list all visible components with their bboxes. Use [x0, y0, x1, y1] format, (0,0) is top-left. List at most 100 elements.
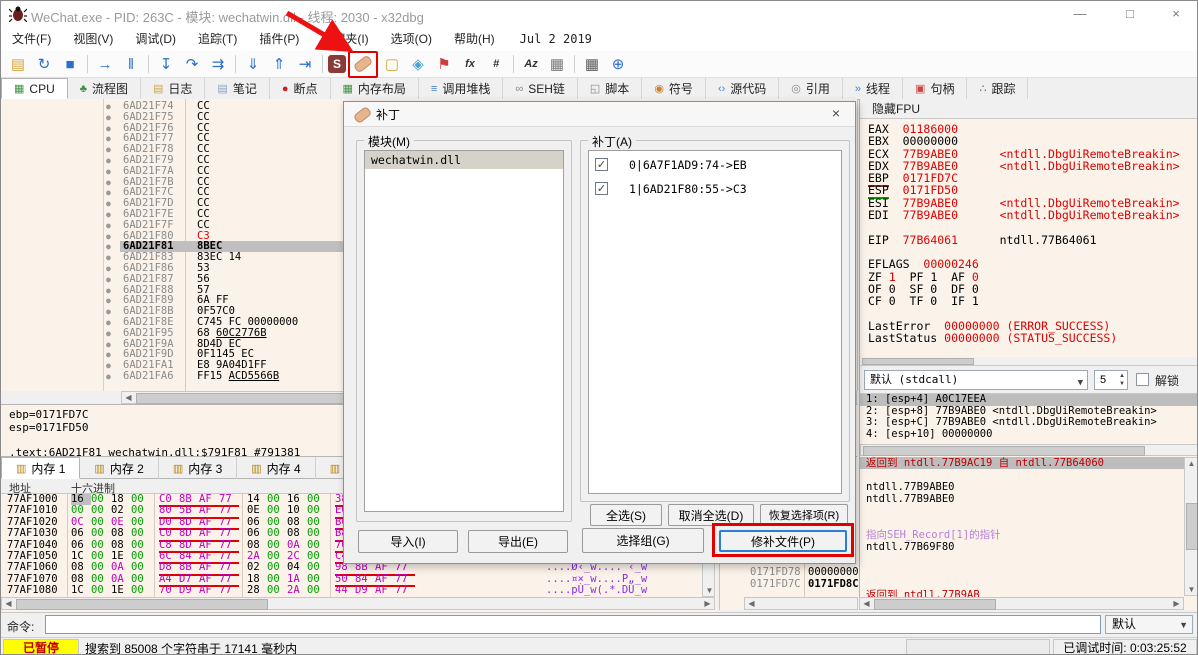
stack-info-row[interactable]	[860, 505, 1197, 517]
tab-引用[interactable]: ◎ 引用	[779, 78, 843, 99]
menu-item[interactable]: 追踪(T)	[187, 27, 248, 51]
phone-icon[interactable]: ▦	[545, 52, 569, 76]
stack-info-row[interactable]: ntdll.77B9ABE0	[860, 481, 1197, 493]
step-out-icon[interactable]: ⇑	[267, 52, 291, 76]
stack-info-row[interactable]: 指向SEH_Record[1]的指针	[860, 529, 1197, 541]
run-icon[interactable]: →	[93, 52, 117, 76]
dump-tab-1[interactable]: ▥ 内存 1	[1, 457, 81, 479]
select-all-button[interactable]: 全选(S)	[590, 504, 662, 526]
case-icon[interactable]: Az	[519, 52, 543, 76]
patch-icon[interactable]	[348, 50, 378, 78]
hash-icon[interactable]: #	[484, 52, 508, 76]
tab-脚本[interactable]: ◱ 脚本	[578, 78, 643, 99]
stack-info-row[interactable]	[860, 565, 1197, 577]
menu-item[interactable]: 调试(D)	[124, 27, 187, 51]
stop-icon[interactable]: ■	[58, 52, 82, 76]
stack-info-row[interactable]: 返回到 ntdll.77B9AC19 自 ntdll.77B64060	[860, 457, 1197, 469]
close-button[interactable]: ×	[1159, 3, 1193, 25]
stack-info-hscrollbar[interactable]: ◀ ▶	[859, 597, 1184, 610]
tab-句柄[interactable]: ▣ 句柄	[903, 78, 968, 99]
bookmark-icon[interactable]: ⚑	[432, 52, 456, 76]
module-list-item[interactable]: wechatwin.dll	[365, 151, 563, 169]
tab-SEH链[interactable]: ∞ SEH链	[503, 78, 578, 99]
tab-源代码[interactable]: ‹› 源代码	[706, 78, 780, 99]
stack-info-row[interactable]	[860, 469, 1197, 481]
calculator-icon[interactable]: ▦	[580, 52, 604, 76]
spinner-arrows-icon[interactable]: ▲ ▼	[1119, 372, 1125, 388]
registers-hscrollbar[interactable]	[860, 357, 1197, 365]
menu-item[interactable]: 选项(O)	[380, 27, 443, 51]
step-into-icon[interactable]: ↧	[154, 52, 178, 76]
stack-row[interactable]: 0171FD78 00000000	[720, 566, 858, 578]
tab-笔记[interactable]: ▤ 笔记	[205, 78, 270, 99]
graph-icon: ♣	[79, 82, 87, 95]
export-button[interactable]: 导出(E)	[468, 530, 568, 553]
tab-跟踪[interactable]: ∴ 跟踪	[967, 78, 1029, 99]
execute-till-return-icon[interactable]: ⇓	[241, 52, 265, 76]
stack-info-row[interactable]: ntdll.77B9ABE0	[860, 493, 1197, 505]
tab-CPU[interactable]: ▦ CPU	[1, 78, 68, 99]
registers-pane[interactable]: 隐藏FPU EAX 01186000 EBX 00000000 ECX 77B9AB…	[859, 99, 1197, 457]
open-file-icon[interactable]: ▤	[6, 52, 30, 76]
argument-count-spinner[interactable]: 5 ▲ ▼	[1094, 370, 1128, 390]
minimize-button[interactable]: —	[1063, 3, 1097, 25]
command-input[interactable]	[45, 615, 1101, 634]
dump-hscrollbar[interactable]: ◀ ▶	[1, 597, 715, 610]
tab-断点[interactable]: ● 断点	[270, 78, 331, 99]
label-icon[interactable]: ◈	[406, 52, 430, 76]
patch-checkbox[interactable]: ✓	[595, 182, 608, 195]
menu-item[interactable]: 帮助(H)	[443, 27, 506, 51]
step-over-icon[interactable]: ↷	[180, 52, 204, 76]
patch-list-item[interactable]: ✓ 0|6A7F1AD9:74->EB	[589, 155, 841, 175]
dump-tab-3[interactable]: ▥ 内存 3	[159, 457, 238, 479]
argument-row[interactable]: 1: [esp+4] A0C17EEA	[860, 394, 1197, 406]
stack-info-row[interactable]	[860, 517, 1197, 529]
argument-row[interactable]: 3: [esp+C] 77B9ABE0 <ntdll.DbgUiRemoteBr…	[860, 416, 1197, 429]
maximize-button[interactable]: □	[1113, 3, 1147, 25]
command-profile-combo[interactable]: 默认 ▼	[1105, 615, 1193, 634]
stack-hscrollbar[interactable]: ◀	[744, 597, 858, 610]
calling-convention-combo[interactable]: 默认 (stdcall) ▼	[864, 370, 1088, 390]
tab-符号[interactable]: ◉ 符号	[642, 78, 706, 99]
run-to-user-code-icon[interactable]: ⇥	[293, 52, 317, 76]
patch-list-item[interactable]: ✓ 1|6AD21F80:55->C3	[589, 179, 841, 199]
stack-row[interactable]: 0171FD7C 0171FD8C	[720, 578, 858, 590]
menu-item[interactable]: 收藏夹(I)	[310, 27, 379, 51]
tab-日志[interactable]: ▤ 日志	[141, 78, 206, 99]
argument-row[interactable]: 4: [esp+10] 00000000	[860, 428, 1197, 441]
tab-内存布局[interactable]: ▦ 内存布局	[331, 78, 419, 99]
tab-流程图[interactable]: ♣ 流程图	[68, 78, 141, 99]
menu-item[interactable]: 视图(V)	[62, 27, 124, 51]
import-button[interactable]: 导入(I)	[358, 530, 458, 553]
patch-file-button[interactable]: 修补文件(P)	[719, 530, 847, 552]
patch-checkbox[interactable]: ✓	[595, 158, 608, 171]
arguments-hscrollbar[interactable]	[860, 444, 1197, 456]
dump-tab-2[interactable]: ▥ 内存 2	[80, 457, 159, 479]
run-to-cursor-icon[interactable]: ⇉	[206, 52, 230, 76]
unlock-checkbox[interactable]	[1136, 373, 1149, 386]
menu-item[interactable]: 文件(F)	[1, 27, 62, 51]
globe-icon[interactable]: ⊕	[606, 52, 630, 76]
dump-tab-4[interactable]: ▥ 内存 4	[237, 457, 316, 479]
comment-icon[interactable]: ▢	[380, 52, 404, 76]
argument-rows[interactable]: 1: [esp+4] A0C17EEA 2: [esp+8] 77B9ABE0 <…	[860, 393, 1197, 444]
stack-info-row[interactable]: ntdll.77B69F80	[860, 541, 1197, 553]
stack-info-row[interactable]	[860, 577, 1197, 589]
patch-dialog-titlebar[interactable]: 补丁 ×	[344, 102, 855, 127]
stack-info-row[interactable]	[860, 553, 1197, 565]
menu-item[interactable]: 插件(P)	[248, 27, 310, 51]
dialog-close-icon[interactable]: ×	[827, 105, 845, 121]
function-icon[interactable]: fx	[458, 52, 482, 76]
hide-fpu-button[interactable]: 隐藏FPU	[860, 99, 1197, 119]
module-list[interactable]: wechatwin.dll	[364, 150, 564, 512]
patch-list[interactable]: ✓ 0|6A7F1AD9:74->EB ✓ 1|6AD21F80:55->C3	[588, 150, 842, 494]
restart-icon[interactable]: ↻	[32, 52, 56, 76]
tab-线程[interactable]: » 线程	[843, 78, 904, 99]
pause-icon[interactable]: ‖	[119, 52, 143, 76]
stack-info-vscrollbar[interactable]: ▲ ▼	[1184, 457, 1197, 596]
select-group-button[interactable]: 选择组(G)	[582, 528, 704, 553]
tab-调用堆栈[interactable]: ≡ 调用堆栈	[419, 78, 504, 99]
stack-info-pane[interactable]: 返回到 ntdll.77B9AC19 自 ntdll.77B64060 ntdl…	[859, 457, 1197, 610]
strings-icon[interactable]: S	[328, 55, 346, 73]
dump-row[interactable]: 77AF1080 1C 00 1E 00 70 D9 AF 77 28 00 2A 00 44 D9 AF 77…	[1, 584, 717, 599]
